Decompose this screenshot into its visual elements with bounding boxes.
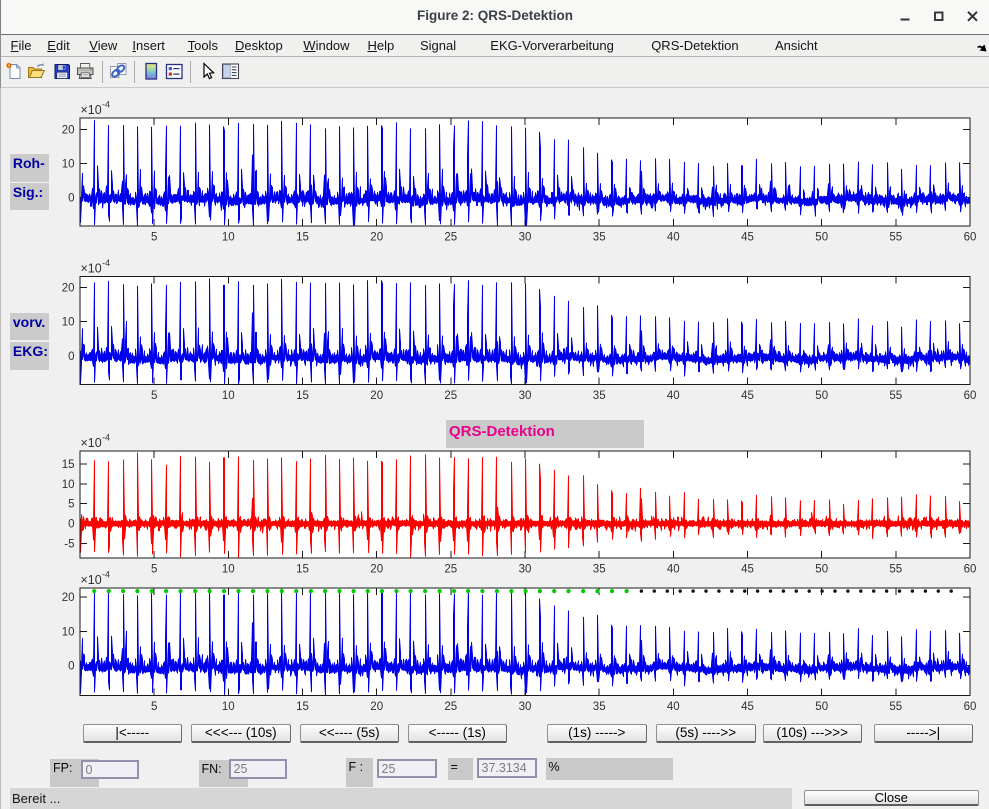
svg-text:15: 15 bbox=[296, 564, 309, 576]
svg-text:20: 20 bbox=[62, 282, 75, 294]
svg-text:10: 10 bbox=[222, 390, 235, 402]
svg-text:25: 25 bbox=[444, 232, 457, 244]
svg-text:60: 60 bbox=[964, 701, 977, 713]
svg-text:10: 10 bbox=[222, 701, 235, 713]
svg-text:20: 20 bbox=[62, 125, 75, 137]
svg-text:35: 35 bbox=[593, 390, 606, 402]
svg-text:35: 35 bbox=[593, 232, 606, 244]
svg-text:10: 10 bbox=[62, 159, 75, 171]
svg-text:5: 5 bbox=[151, 701, 157, 713]
svg-text:60: 60 bbox=[964, 232, 977, 244]
svg-text:0: 0 bbox=[68, 351, 74, 363]
svg-text:40: 40 bbox=[667, 232, 680, 244]
svg-text:15: 15 bbox=[296, 232, 309, 244]
svg-text:55: 55 bbox=[889, 564, 902, 576]
svg-text:20: 20 bbox=[62, 592, 75, 604]
svg-text:40: 40 bbox=[667, 390, 680, 402]
svg-text:45: 45 bbox=[741, 701, 754, 713]
svg-text:25: 25 bbox=[444, 701, 457, 713]
svg-text:10: 10 bbox=[222, 232, 235, 244]
svg-text:45: 45 bbox=[741, 564, 754, 576]
svg-text:×10: ×10 bbox=[81, 573, 102, 587]
svg-text:10: 10 bbox=[62, 479, 75, 491]
svg-text:0: 0 bbox=[68, 519, 74, 531]
svg-text:0: 0 bbox=[68, 661, 74, 673]
svg-text:25: 25 bbox=[444, 390, 457, 402]
svg-text:60: 60 bbox=[964, 564, 977, 576]
svg-text:40: 40 bbox=[667, 564, 680, 576]
svg-text:5: 5 bbox=[68, 499, 74, 511]
svg-text:10: 10 bbox=[222, 564, 235, 576]
svg-text:-4: -4 bbox=[102, 100, 110, 110]
svg-text:30: 30 bbox=[519, 564, 532, 576]
svg-text:×10: ×10 bbox=[81, 262, 102, 276]
svg-text:15: 15 bbox=[296, 390, 309, 402]
svg-text:35: 35 bbox=[593, 564, 606, 576]
svg-text:-4: -4 bbox=[102, 569, 110, 579]
svg-text:15: 15 bbox=[296, 701, 309, 713]
svg-text:20: 20 bbox=[370, 232, 383, 244]
svg-text:30: 30 bbox=[519, 701, 532, 713]
svg-text:5: 5 bbox=[151, 390, 157, 402]
svg-text:20: 20 bbox=[370, 701, 383, 713]
svg-text:10: 10 bbox=[62, 317, 75, 329]
svg-text:×10: ×10 bbox=[81, 436, 102, 450]
svg-text:5: 5 bbox=[151, 564, 157, 576]
svg-text:35: 35 bbox=[593, 701, 606, 713]
svg-text:5: 5 bbox=[151, 232, 157, 244]
svg-text:10: 10 bbox=[62, 626, 75, 638]
svg-text:45: 45 bbox=[741, 390, 754, 402]
svg-text:-4: -4 bbox=[102, 258, 110, 268]
svg-text:50: 50 bbox=[815, 390, 828, 402]
svg-text:-5: -5 bbox=[64, 539, 74, 551]
svg-text:60: 60 bbox=[964, 390, 977, 402]
svg-text:55: 55 bbox=[889, 390, 902, 402]
svg-text:20: 20 bbox=[370, 564, 383, 576]
svg-text:0: 0 bbox=[68, 192, 74, 204]
svg-text:-4: -4 bbox=[102, 433, 110, 443]
svg-text:50: 50 bbox=[815, 701, 828, 713]
svg-text:55: 55 bbox=[889, 232, 902, 244]
svg-text:45: 45 bbox=[741, 232, 754, 244]
svg-text:×10: ×10 bbox=[81, 103, 102, 117]
svg-text:30: 30 bbox=[519, 232, 532, 244]
svg-text:55: 55 bbox=[889, 701, 902, 713]
svg-text:50: 50 bbox=[815, 564, 828, 576]
svg-text:40: 40 bbox=[667, 701, 680, 713]
svg-text:25: 25 bbox=[444, 564, 457, 576]
svg-text:15: 15 bbox=[62, 459, 75, 471]
svg-text:20: 20 bbox=[370, 390, 383, 402]
svg-text:30: 30 bbox=[519, 390, 532, 402]
svg-text:50: 50 bbox=[815, 232, 828, 244]
